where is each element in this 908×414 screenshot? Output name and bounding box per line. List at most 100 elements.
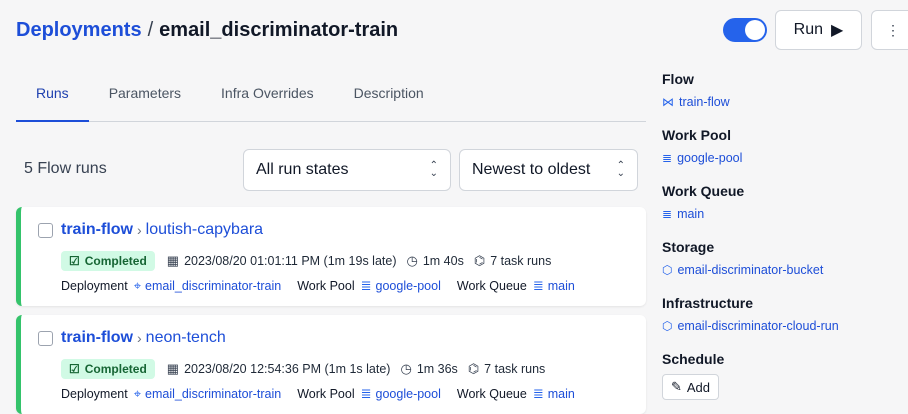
duration-text: 1m 40s [422,254,464,268]
select-chevron-icon: ⌃ ⌄ [616,160,625,179]
cube-icon: ⬡ [662,319,673,333]
check-square-icon: ☑ [69,362,80,376]
database-icon: ≣ [532,278,544,293]
vertical-ellipsis-icon: ⋮ [886,21,900,38]
database-icon: ≣ [662,151,673,165]
tab-infra-overrides[interactable]: Infra Overrides [201,74,334,122]
work-pool-link[interactable]: ≣ google-pool [662,146,902,170]
sort-select[interactable]: Newest to oldest ⌃ ⌄ [459,149,638,191]
infrastructure-text: email-discriminator-cloud-run [677,319,839,333]
sort-select-value: Newest to oldest [472,161,591,178]
work-queue-text: main [547,279,575,293]
work-queue-text: main [547,387,575,401]
database-icon: ≣ [662,207,673,221]
deployment-text: email_discriminator-train [145,387,282,401]
flow-run-card[interactable]: train-flow › loutish-capybara ☑ Completed… [16,207,646,306]
work-queue-link[interactable]: ≣ main [533,278,575,294]
tab-description[interactable]: Description [334,74,444,122]
status-label: Completed [84,254,147,268]
work-queue-label: Work Queue [662,183,745,199]
page-title: email_discriminator-train [159,18,399,41]
run-timestamp: ▦ 2023/08/20 12:54:36 PM (1m 1s late) [167,361,391,377]
more-menu-button[interactable]: ⋮ [871,10,908,50]
calendar-icon: ▦ [166,361,180,376]
status-label: Completed [84,362,147,376]
deployment-details-sidebar: Flow ⋈ train-flow Work Pool ≣ google-pool … [662,68,902,404]
play-icon: ▶ [831,22,844,39]
infrastructure-label: Infrastructure [662,295,754,311]
storage-text: email-discriminator-bucket [677,263,824,277]
work-queue-link[interactable]: ≣ main [662,202,902,226]
deployment-label: Deployment [61,279,128,293]
run-title: train-flow › neon-tench [61,329,226,347]
flow-name-link[interactable]: train-flow [61,221,133,239]
work-queue-link[interactable]: ≣ main [533,386,575,402]
work-pool-link[interactable]: ≣ google-pool [361,278,441,294]
clock-icon: ◷ [406,253,418,268]
page-header: Deployments / email_discriminator-train [16,12,398,48]
work-pool-text: google-pool [677,151,743,165]
work-pool-link[interactable]: ≣ google-pool [361,386,441,402]
work-pool-label: Work Pool [297,387,355,401]
schedule-section: Schedule ✎ Add [662,348,902,404]
database-icon: ≣ [360,386,372,401]
chevron-right-icon: › [137,330,142,346]
status-badge: ☑ Completed [61,359,155,379]
run-name-link[interactable]: loutish-capybara [146,221,263,239]
deployment-text: email_discriminator-train [145,279,282,293]
add-schedule-button[interactable]: ✎ Add [662,374,719,400]
status-badge: ☑ Completed [61,251,155,271]
schedule-toggle[interactable] [723,18,767,42]
run-deployment-row: Deployment ⌖ email_discriminator-train Wo… [61,386,591,402]
run-meta: ☑ Completed ▦ 2023/08/20 12:54:36 PM (1m 1… [61,359,555,379]
work-pool-label: Work Pool [662,127,731,143]
task-runs-text: 7 task runs [484,362,546,376]
work-pool-text: google-pool [375,279,441,293]
run-checkbox[interactable] [38,331,53,346]
check-square-icon: ☑ [69,254,80,268]
tab-bar: Runs Parameters Infra Overrides Descript… [16,74,646,122]
run-duration: ◷ 1m 40s [406,253,463,269]
select-chevron-icon: ⌃ ⌄ [429,160,438,179]
flow-name-link[interactable]: train-flow [61,329,133,347]
task-runs: ⌬ 7 task runs [474,253,552,269]
work-pool-section: Work Pool ≣ google-pool [662,124,902,180]
flow-icon: ⋈ [662,95,674,109]
timestamp-text: 2023/08/20 12:54:36 PM (1m 1s late) [184,362,391,376]
flow-text: train-flow [679,95,730,109]
work-pool-text: google-pool [375,387,441,401]
pencil-icon: ✎ [670,379,682,394]
deployment-link[interactable]: ⌖ email_discriminator-train [134,386,281,402]
work-queue-text: main [677,207,705,221]
flow-run-card[interactable]: train-flow › neon-tench ☑ Completed ▦ 2023… [16,315,646,414]
run-name-link[interactable]: neon-tench [146,329,226,347]
task-runs-text: 7 task runs [490,254,552,268]
schedule-label: Schedule [662,351,725,367]
run-duration: ◷ 1m 36s [400,361,457,377]
run-checkbox[interactable] [38,223,53,238]
storage-link[interactable]: ⬡ email-discriminator-bucket [662,258,902,282]
toggle-knob [745,20,765,40]
tab-runs[interactable]: Runs [16,74,89,122]
location-pin-icon: ⌖ [133,386,142,401]
chevron-right-icon: › [137,222,142,238]
work-queue-label: Work Queue [456,387,527,401]
run-button-label: Run [793,21,824,38]
infrastructure-link[interactable]: ⬡ email-discriminator-cloud-run [662,314,902,338]
run-state-filter-value: All run states [256,161,349,178]
flow-link[interactable]: ⋈ train-flow [662,90,902,114]
flow-section: Flow ⋈ train-flow [662,68,902,124]
infrastructure-section: Infrastructure ⬡ email-discriminator-clou… [662,292,902,348]
clock-icon: ◷ [400,361,412,376]
storage-section: Storage ⬡ email-discriminator-bucket [662,236,902,292]
run-deployment-row: Deployment ⌖ email_discriminator-train Wo… [61,278,591,294]
flow-label: Flow [662,71,694,87]
breadcrumb-deployments-link[interactable]: Deployments [16,19,142,42]
tab-parameters[interactable]: Parameters [89,74,201,122]
deployment-link[interactable]: ⌖ email_discriminator-train [134,278,281,294]
run-button[interactable]: Run ▶ [775,10,862,50]
add-label: Add [686,379,711,395]
work-pool-label: Work Pool [297,279,355,293]
task-node-icon: ⌬ [473,253,486,268]
run-state-filter[interactable]: All run states ⌃ ⌄ [243,149,451,191]
